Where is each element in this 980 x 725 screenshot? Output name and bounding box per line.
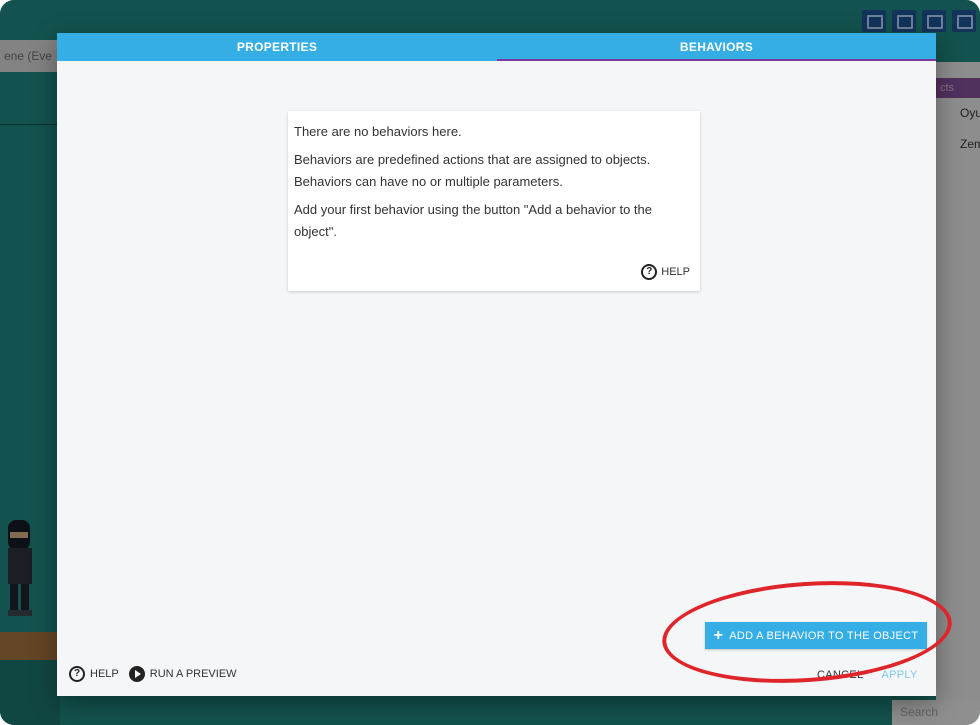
tab-properties[interactable]: PROPERTIES [57, 33, 497, 61]
dialog-footer-left: ? HELP RUN A PREVIEW [69, 666, 237, 682]
dialog-tabs: PROPERTIES BEHAVIORS [57, 33, 936, 61]
help-icon: ? [69, 666, 85, 682]
empty-behaviors-card: There are no behaviors here. Behaviors a… [288, 111, 700, 291]
active-tab-indicator [497, 59, 936, 61]
play-icon [128, 666, 145, 682]
help-icon: ? [641, 264, 658, 280]
screenshot-frame: ene (Eve cts Oyu Zem Search PROPERTIES B… [0, 0, 980, 725]
card-help-button[interactable]: ? HELP [641, 261, 690, 283]
footer-help-label: HELP [90, 668, 119, 680]
footer-help-button[interactable]: ? HELP [69, 666, 119, 682]
card-help-label: HELP [661, 266, 690, 278]
run-preview-button[interactable]: RUN A PREVIEW [128, 666, 237, 682]
apply-button[interactable]: APPLY [881, 669, 917, 681]
empty-message: There are no behaviors here. [294, 124, 462, 139]
run-preview-label: RUN A PREVIEW [149, 668, 237, 680]
behaviors-description: Behaviors are predefined actions that ar… [294, 152, 651, 189]
add-behavior-hint: Add your first behavior using the button… [294, 202, 653, 239]
tab-behaviors[interactable]: BEHAVIORS [497, 33, 936, 61]
